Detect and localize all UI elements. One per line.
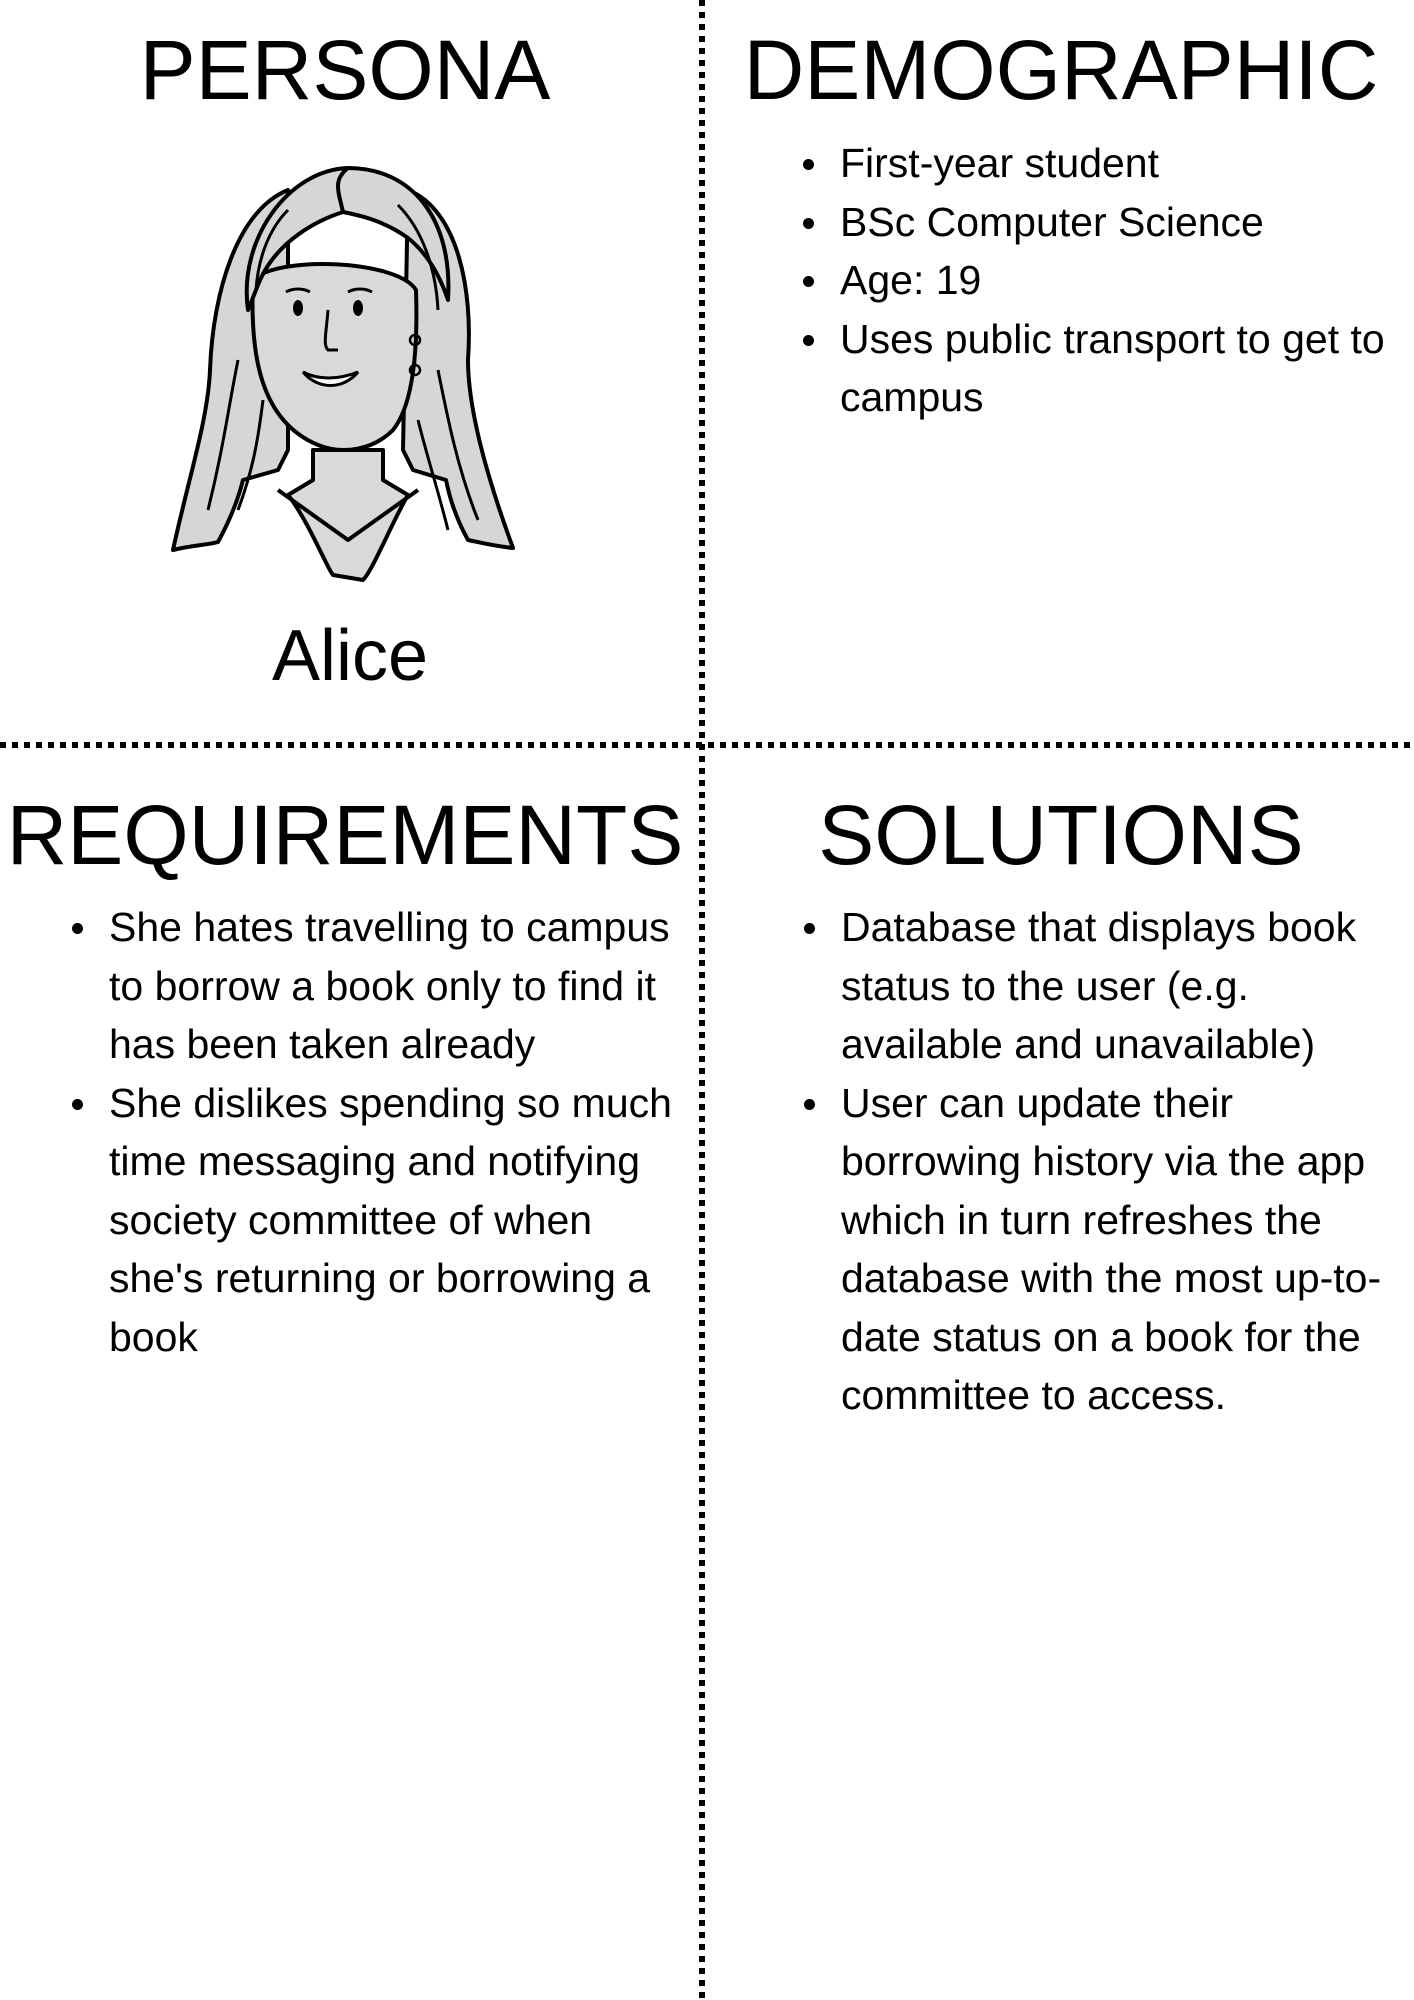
woman-portrait-icon xyxy=(171,166,515,582)
list-item: Uses public transport to get to campus xyxy=(803,310,1400,427)
persona-card: PERSONA Alice DEMOGRAPHIC First-year stu… xyxy=(0,0,1414,2000)
horizontal-dotted-divider xyxy=(0,742,1414,748)
solutions-list: Database that displays book status to th… xyxy=(804,898,1401,1425)
demographic-list: First-year student BSc Computer Science … xyxy=(803,134,1400,427)
list-item: BSc Computer Science xyxy=(803,193,1400,252)
persona-name: Alice xyxy=(271,616,429,696)
persona-heading: PERSONA xyxy=(139,23,551,117)
vertical-dotted-divider xyxy=(699,0,705,2000)
list-item: Age: 19 xyxy=(803,251,1400,310)
list-item: She dislikes spending so much time messa… xyxy=(72,1074,694,1367)
solutions-heading: SOLUTIONS xyxy=(818,788,1304,882)
list-item: She hates travelling to campus to borrow… xyxy=(72,898,694,1074)
requirements-heading: REQUIREMENTS xyxy=(6,788,684,882)
requirements-list: She hates travelling to campus to borrow… xyxy=(72,898,694,1367)
list-item: User can update their borrowing history … xyxy=(804,1074,1401,1425)
list-item: Database that displays book status to th… xyxy=(804,898,1401,1074)
list-item: First-year student xyxy=(803,134,1400,193)
demographic-heading: DEMOGRAPHIC xyxy=(743,23,1379,117)
